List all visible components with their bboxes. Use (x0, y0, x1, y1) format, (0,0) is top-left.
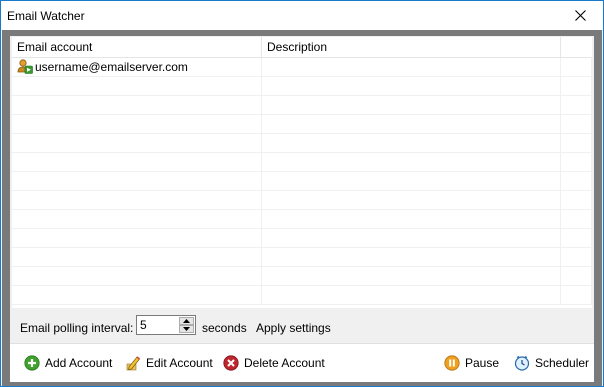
arrow-up-icon (183, 319, 190, 323)
add-account-label: Add Account (45, 356, 113, 370)
table-row-empty[interactable] (12, 77, 592, 96)
empty-cell (561, 229, 592, 248)
empty-cell (12, 248, 262, 267)
empty-cell (262, 77, 561, 96)
empty-cell (12, 77, 262, 96)
table-row-empty[interactable] (12, 286, 592, 305)
inner-panel: Email account Description username@email (10, 36, 594, 382)
edit-account-label: Edit Account (146, 356, 213, 370)
stepper-up-button[interactable] (179, 317, 194, 325)
empty-cell (12, 96, 262, 115)
arrow-down-icon (183, 327, 190, 331)
column-header-email[interactable]: Email account (12, 37, 262, 57)
empty-cell (262, 153, 561, 172)
table-row-empty[interactable] (12, 229, 592, 248)
accounts-list[interactable]: Email account Description username@email (12, 37, 592, 308)
empty-cell (262, 172, 561, 191)
delete-icon (223, 355, 239, 371)
settings-bar: Email polling interval: seconds Apply se… (10, 310, 594, 341)
table-row-empty[interactable] (12, 210, 592, 229)
list-rows: username@emailserver.com (12, 58, 592, 305)
table-row-empty[interactable] (12, 267, 592, 286)
empty-cell (12, 134, 262, 153)
pause-icon (444, 355, 460, 371)
add-icon (24, 355, 40, 371)
empty-cell (262, 286, 561, 305)
close-button[interactable] (557, 1, 603, 30)
empty-cell (262, 191, 561, 210)
account-icon (17, 59, 33, 74)
empty-cell (262, 248, 561, 267)
empty-cell (12, 286, 262, 305)
table-row[interactable]: username@emailserver.com (12, 58, 592, 77)
empty-cell (262, 134, 561, 153)
empty-cell (561, 286, 592, 305)
close-icon (574, 10, 586, 21)
delete-account-button[interactable]: Delete Account (223, 354, 325, 372)
polling-interval-input[interactable] (137, 316, 182, 334)
account-email: username@emailserver.com (35, 60, 188, 74)
table-row-empty[interactable] (12, 115, 592, 134)
list-header: Email account Description (12, 37, 592, 58)
empty-cell (561, 115, 592, 134)
table-row-empty[interactable] (12, 134, 592, 153)
empty-cell (12, 210, 262, 229)
empty-cell (12, 172, 262, 191)
empty-cell (561, 210, 592, 229)
empty-cell (561, 153, 592, 172)
scheduler-clock-icon (514, 355, 530, 371)
seconds-label: seconds (202, 321, 247, 335)
table-row-empty[interactable] (12, 248, 592, 267)
empty-cell (12, 153, 262, 172)
filler-cell (561, 58, 592, 77)
empty-cell (262, 210, 561, 229)
empty-cell (262, 115, 561, 134)
toolbar: Add Account Edit Account Delete Account … (10, 343, 594, 382)
empty-cell (12, 267, 262, 286)
account-cell: username@emailserver.com (12, 58, 262, 77)
scheduler-label: Scheduler (535, 356, 590, 370)
empty-cell (561, 191, 592, 210)
delete-account-label: Delete Account (244, 356, 325, 370)
stepper-down-button[interactable] (179, 325, 194, 333)
column-header-description[interactable]: Description (262, 37, 561, 57)
table-row-empty[interactable] (12, 96, 592, 115)
polling-interval-label: Email polling interval: (20, 321, 134, 335)
empty-cell (12, 229, 262, 248)
polling-interval-stepper[interactable] (136, 315, 196, 335)
edit-account-button[interactable]: Edit Account (125, 354, 213, 372)
empty-cell (561, 96, 592, 115)
email-watcher-window: Email Watcher Email account Description (0, 0, 604, 387)
apply-settings-button[interactable]: Apply settings (256, 321, 331, 335)
window-title: Email Watcher (7, 9, 85, 23)
empty-cell (561, 77, 592, 96)
content-area: Email account Description username@email (2, 30, 602, 386)
description-cell (262, 58, 561, 77)
empty-cell (12, 191, 262, 210)
title-bar: Email Watcher (1, 1, 603, 30)
empty-cell (561, 134, 592, 153)
empty-cell (561, 172, 592, 191)
table-row-empty[interactable] (12, 153, 592, 172)
empty-cell (262, 267, 561, 286)
empty-cell (262, 229, 561, 248)
table-row-empty[interactable] (12, 191, 592, 210)
pause-label: Pause (465, 356, 500, 370)
empty-cell (12, 115, 262, 134)
table-row-empty[interactable] (12, 172, 592, 191)
edit-pencil-icon (126, 356, 140, 371)
add-account-button[interactable]: Add Account (24, 354, 112, 372)
empty-cell (262, 96, 561, 115)
pause-button[interactable]: Pause (444, 354, 499, 372)
scheduler-button[interactable]: Scheduler (514, 354, 589, 372)
empty-cell (561, 267, 592, 286)
empty-cell (561, 248, 592, 267)
column-header-filler (561, 37, 592, 57)
